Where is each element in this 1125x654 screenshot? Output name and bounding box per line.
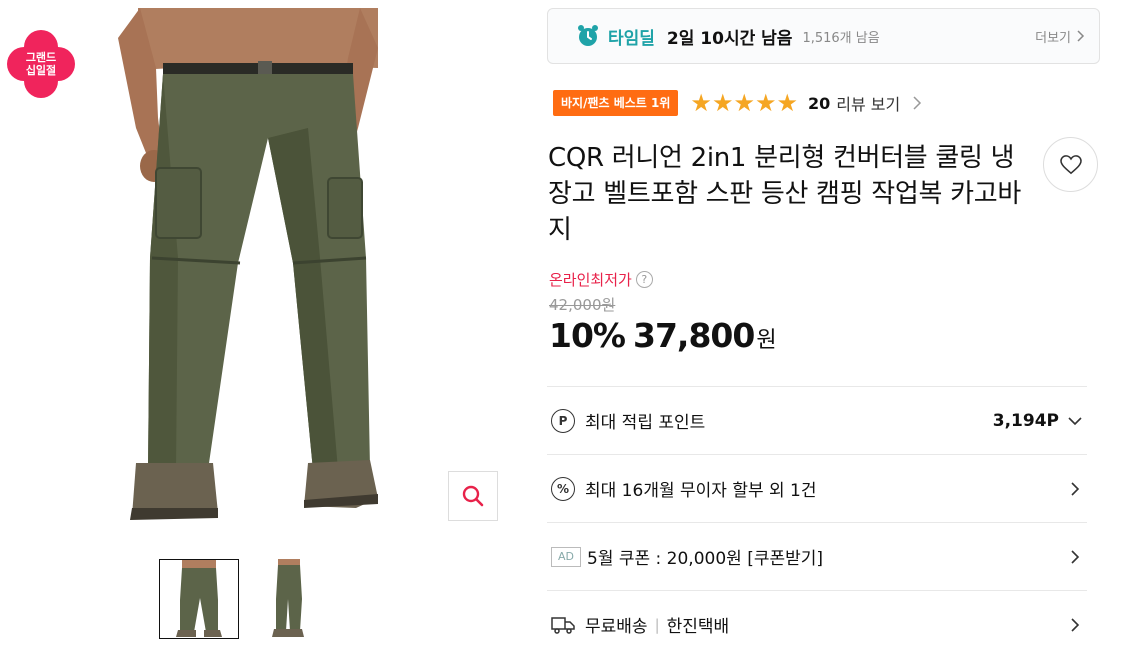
rank-rating-row: 바지/팬츠 베스트 1위 ★ ★ ★ ★ ★ 20 리뷰 보기: [553, 89, 922, 117]
star-icon: ★: [754, 89, 777, 117]
chevron-down-icon: [1068, 416, 1082, 425]
chevron-right-icon: [1071, 549, 1080, 564]
installment-row[interactable]: % 최대 16개월 무이자 할부 외 1건: [547, 454, 1087, 522]
sale-price: 37,800: [633, 316, 755, 355]
badge-line1: 그랜드: [25, 51, 57, 64]
courier-text: 한진택배: [666, 617, 730, 637]
heart-icon: [1059, 154, 1082, 174]
max-points-row[interactable]: P 최대 적립 포인트 3,194P: [547, 386, 1087, 454]
zoom-button[interactable]: [448, 471, 498, 521]
sale-price-row: 10% 37,800 원: [549, 316, 777, 355]
divider: |: [654, 615, 660, 634]
star-icon: ★: [690, 89, 712, 117]
timedeal-banner[interactable]: 타임딜 2일 10시간 남음 1,516개 남음 더보기: [547, 8, 1100, 64]
timedeal-more-label: 더보기: [1035, 30, 1071, 46]
coupon-text: 5월 쿠폰 : 20,000원 [쿠폰받기]: [587, 549, 824, 569]
star-icon: ★: [733, 89, 755, 117]
product-title: CQR 러니언 2in1 분리형 컨버터블 쿨링 냉장고 벨트포함 스판 등산 …: [548, 143, 1021, 245]
chevron-right-icon[interactable]: [912, 96, 922, 110]
review-count[interactable]: 20: [808, 94, 830, 113]
review-link[interactable]: 리뷰 보기: [836, 91, 900, 115]
main-product-image: [108, 8, 498, 524]
star-icon: ★: [776, 89, 798, 117]
original-price: 42,000원: [549, 296, 616, 314]
thumbnail-1[interactable]: [159, 559, 239, 639]
shipping-row[interactable]: 무료배송 | 한진택배: [547, 590, 1087, 654]
timedeal-title: 타임딜: [608, 28, 655, 49]
thumbnail-2[interactable]: [250, 559, 330, 639]
grand-11-badge-logo: 그랜드 십일절: [6, 29, 76, 99]
search-icon: [462, 485, 484, 507]
star-icon: ★: [711, 89, 734, 117]
ad-tag: AD: [551, 546, 581, 567]
timedeal-stock-count: 1,516개 남음: [802, 30, 880, 46]
timedeal-more-link[interactable]: 더보기: [1035, 27, 1085, 46]
help-icon[interactable]: ?: [635, 271, 653, 288]
percent-icon: %: [551, 476, 575, 501]
installment-text: 최대 16개월 무이자 할부 외 1건: [585, 481, 817, 501]
lowest-price-label: 온라인최저가 ?: [549, 269, 653, 290]
points-value: 3,194P: [992, 410, 1059, 431]
currency-unit: 원: [756, 328, 777, 353]
badge-line2: 십일절: [25, 64, 57, 77]
point-icon: P: [551, 408, 575, 433]
star-rating: ★ ★ ★ ★ ★: [690, 90, 798, 116]
discount-rate: 10%: [549, 316, 626, 355]
lowest-price-text: 온라인최저가: [549, 271, 632, 289]
truck-icon: [551, 616, 575, 634]
wishlist-button[interactable]: [1043, 137, 1098, 192]
chevron-right-icon: [1071, 481, 1080, 496]
points-label: 최대 적립 포인트: [585, 413, 706, 433]
chevron-right-icon: [1077, 30, 1085, 42]
timedeal-remaining: 2일 10시간 남음: [666, 28, 793, 49]
coupon-row[interactable]: AD 5월 쿠폰 : 20,000원 [쿠폰받기]: [547, 522, 1087, 590]
alarm-clock-icon: [578, 25, 598, 46]
shipping-text: 무료배송: [585, 617, 648, 637]
chevron-right-icon: [1071, 617, 1080, 632]
best-rank-badge: 바지/팬츠 베스트 1위: [553, 90, 679, 116]
